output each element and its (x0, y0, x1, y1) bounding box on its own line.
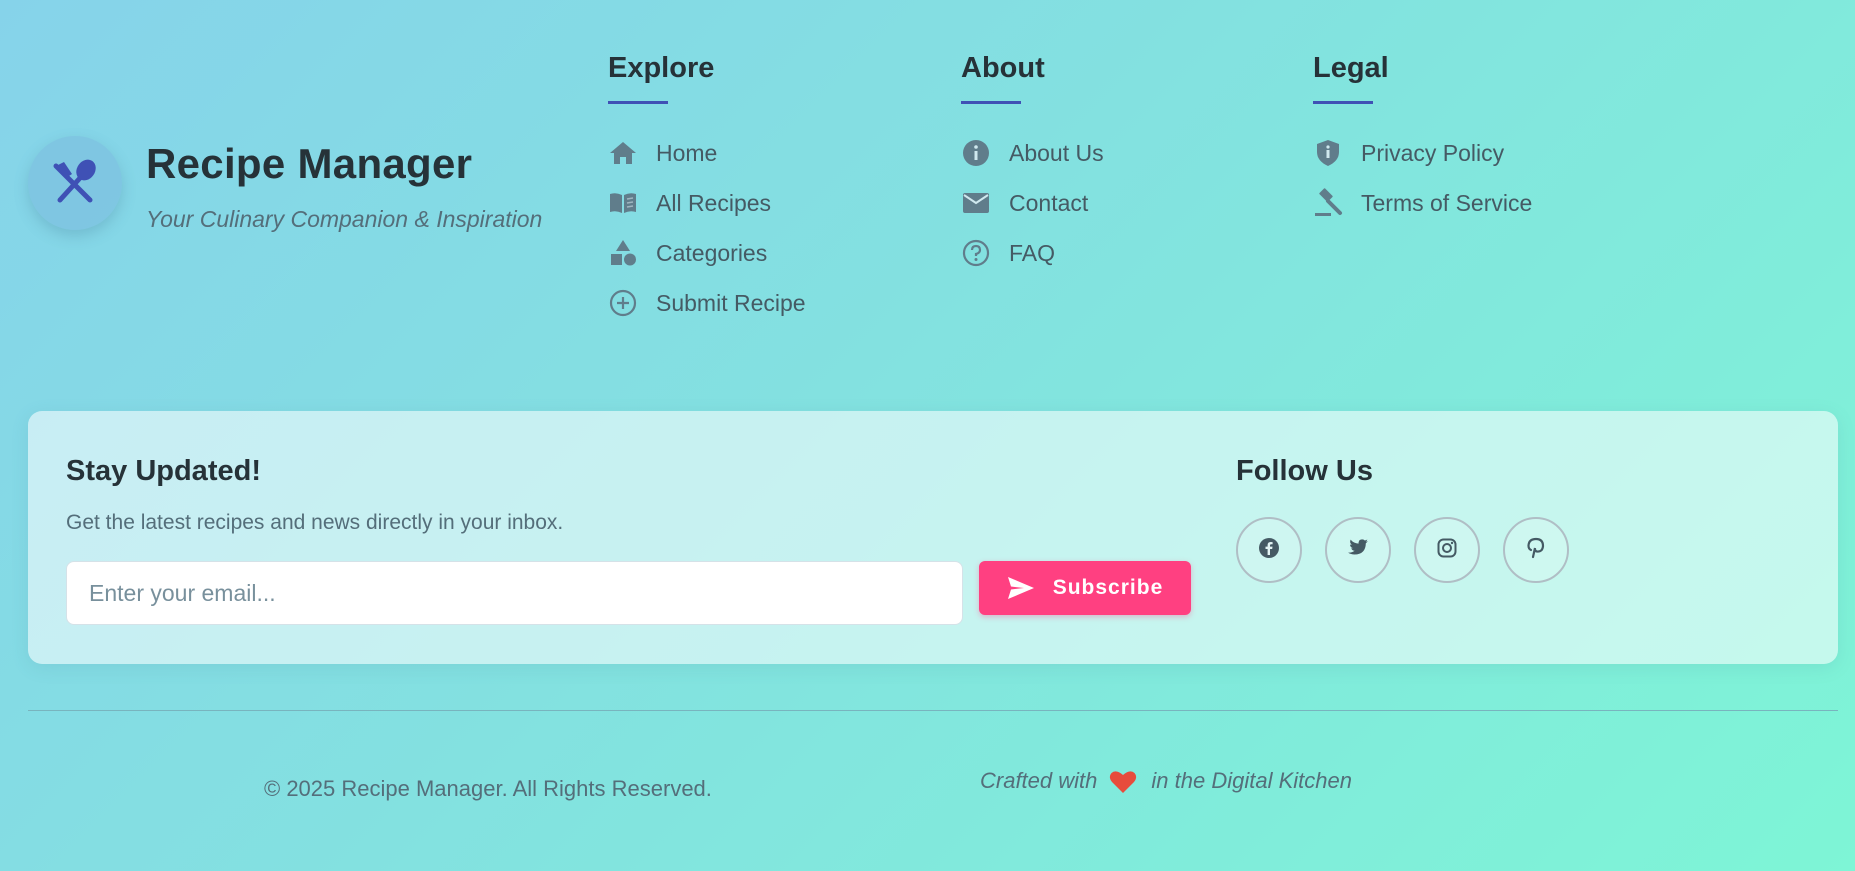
footer-link-home[interactable]: Home (608, 126, 806, 180)
footer-link-faq[interactable]: FAQ (961, 226, 1104, 280)
utensils-crossed-icon (50, 156, 100, 211)
link-label: All Recipes (656, 189, 772, 216)
facebook-icon (1259, 537, 1279, 563)
footer-link-all-recipes[interactable]: All Recipes (608, 176, 806, 230)
about-column: About About Us Contact FAQ (961, 52, 1104, 280)
facebook-link[interactable] (1236, 517, 1302, 583)
book-icon (608, 188, 638, 218)
logo[interactable] (28, 136, 122, 230)
gavel-icon (1313, 188, 1343, 218)
home-icon (608, 138, 638, 168)
newsletter-description: Get the latest recipes and news directly… (66, 511, 564, 534)
link-label: Submit Recipe (656, 289, 806, 316)
link-label: Privacy Policy (1361, 139, 1505, 166)
instagram-link[interactable] (1414, 517, 1480, 583)
email-input[interactable] (66, 561, 963, 625)
heading-underline (608, 101, 668, 104)
footer-link-contact[interactable]: Contact (961, 176, 1104, 230)
column-heading: Explore (608, 52, 715, 84)
link-label: Home (656, 139, 718, 166)
subscribe-button[interactable]: Subscribe (979, 561, 1191, 615)
column-heading: About (961, 52, 1045, 84)
link-label: Categories (656, 239, 768, 266)
shield-icon (1313, 138, 1343, 168)
legal-column: Legal Privacy Policy Terms of Service (1313, 52, 1532, 230)
link-label: Contact (1009, 189, 1089, 216)
crafted-prefix: Crafted with (980, 768, 1098, 793)
footer-link-submit-recipe[interactable]: Submit Recipe (608, 276, 806, 330)
footer-link-categories[interactable]: Categories (608, 226, 806, 280)
send-icon (1007, 576, 1035, 600)
crafted-suffix: in the Digital Kitchen (1151, 768, 1352, 793)
twitter-icon (1347, 538, 1369, 562)
link-label: About Us (1009, 139, 1104, 166)
follow-title: Follow Us (1236, 455, 1373, 487)
link-label: FAQ (1009, 239, 1056, 266)
link-label: Terms of Service (1361, 189, 1533, 216)
column-heading: Legal (1313, 52, 1389, 84)
footer-link-about-us[interactable]: About Us (961, 126, 1104, 180)
copyright-text: © 2025 Recipe Manager. All Rights Reserv… (264, 776, 712, 801)
brand-tagline: Your Culinary Companion & Inspiration (146, 206, 543, 232)
heading-underline (1313, 101, 1373, 104)
help-circle-icon (961, 238, 991, 268)
subscribe-label: Subscribe (1052, 576, 1164, 599)
brand-title: Recipe Manager (146, 140, 473, 187)
plus-circle-icon (608, 288, 638, 318)
heading-underline (961, 101, 1021, 104)
info-icon (961, 138, 991, 168)
heart-icon (1109, 769, 1137, 794)
newsletter-panel: Stay Updated! Get the latest recipes and… (28, 411, 1838, 664)
instagram-icon (1437, 538, 1457, 563)
footer-link-privacy-policy[interactable]: Privacy Policy (1313, 126, 1532, 180)
mail-icon (961, 188, 991, 218)
footer-divider (28, 710, 1838, 711)
explore-column: Explore Home All Recipes Categories Subm… (608, 52, 806, 330)
twitter-link[interactable] (1325, 517, 1391, 583)
newsletter-title: Stay Updated! (66, 455, 261, 487)
pinterest-icon (1526, 537, 1546, 564)
shapes-icon (608, 238, 638, 268)
footer-link-terms-of-service[interactable]: Terms of Service (1313, 176, 1532, 230)
footer-brand: Recipe Manager Your Culinary Companion &… (28, 136, 542, 233)
crafted-with: Crafted with in the Digital Kitchen (980, 768, 1352, 794)
pinterest-link[interactable] (1503, 517, 1569, 583)
social-links (1236, 517, 1592, 583)
